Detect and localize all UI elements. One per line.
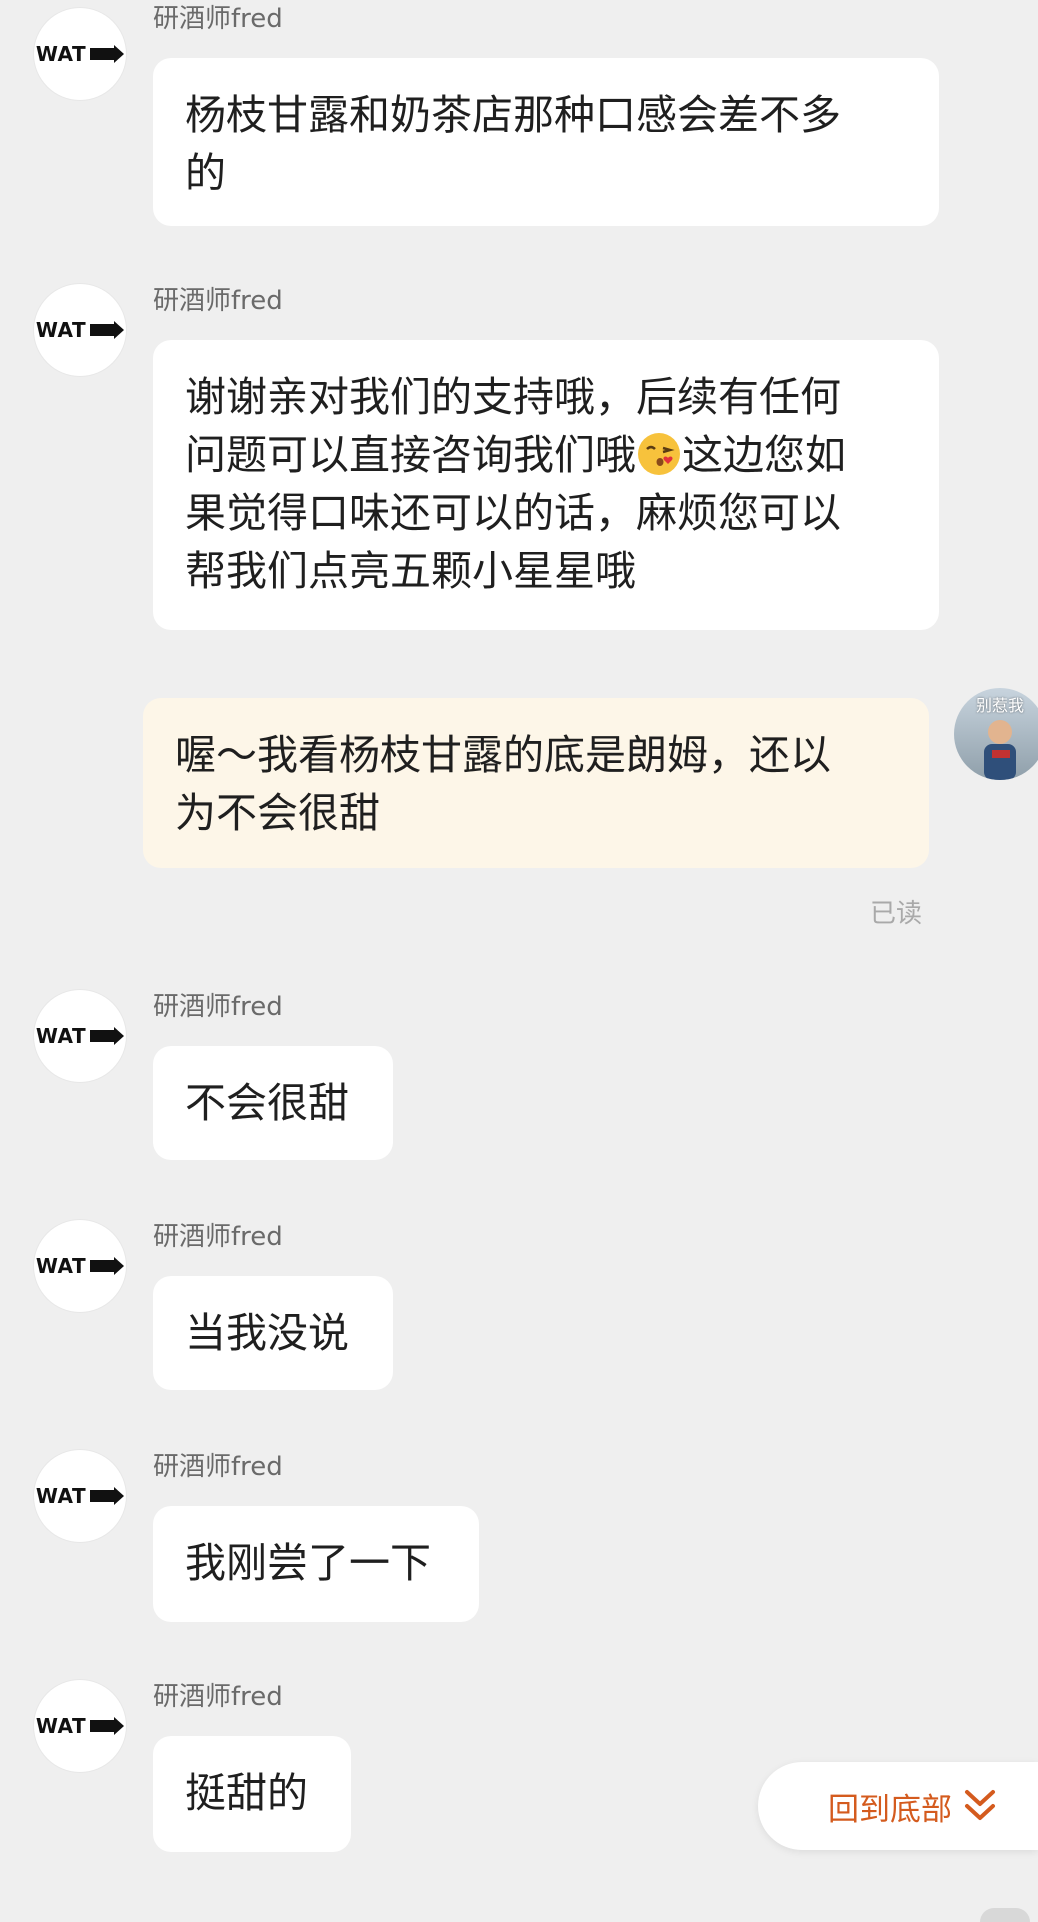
- wat-logo: WAT: [35, 1714, 125, 1738]
- user-avatar[interactable]: 别惹我: [954, 688, 1038, 780]
- kissing-face-emoji-icon: [638, 433, 680, 475]
- shop-avatar[interactable]: WAT: [34, 990, 126, 1082]
- wat-logo: WAT: [35, 42, 125, 66]
- sender-name: 研酒师fred: [153, 1222, 283, 1252]
- shop-avatar[interactable]: WAT: [34, 284, 126, 376]
- arrow-icon: [90, 1027, 125, 1045]
- user-avatar-label: 别惹我: [975, 696, 1024, 715]
- wat-logo: WAT: [35, 1484, 125, 1508]
- child-photo-icon: [984, 720, 1016, 780]
- read-status: 已读: [870, 899, 923, 929]
- message-bubble[interactable]: 杨枝甘露和奶茶店那种口感会差不多 的: [153, 58, 939, 226]
- arrow-icon: [90, 1257, 125, 1275]
- shop-avatar[interactable]: WAT: [34, 8, 126, 100]
- sender-name: 研酒师fred: [153, 1452, 283, 1482]
- logo-word: WAT: [35, 42, 87, 66]
- logo-word: WAT: [35, 1024, 87, 1048]
- wat-logo: WAT: [35, 1024, 125, 1048]
- sender-name: 研酒师fred: [153, 992, 283, 1022]
- message-bubble[interactable]: 谢谢亲对我们的支持哦，后续有任何 问题可以直接咨询我们哦 这边您如 果觉得口味还…: [153, 340, 939, 630]
- message-bubble[interactable]: 当我没说: [153, 1276, 393, 1390]
- sender-name: 研酒师fred: [153, 1682, 283, 1712]
- shop-avatar[interactable]: WAT: [34, 1220, 126, 1312]
- arrow-icon: [90, 1717, 125, 1735]
- arrow-icon: [90, 45, 125, 63]
- double-chevron-down-icon: [965, 1790, 995, 1820]
- arrow-icon: [90, 1487, 125, 1505]
- logo-word: WAT: [35, 1484, 87, 1508]
- arrow-icon: [90, 321, 125, 339]
- shop-avatar[interactable]: WAT: [34, 1450, 126, 1542]
- wat-logo: WAT: [35, 1254, 125, 1278]
- shop-avatar[interactable]: WAT: [34, 1680, 126, 1772]
- sender-name: 研酒师fred: [153, 4, 283, 34]
- own-message-bubble[interactable]: 喔～我看杨枝甘露的底是朗姆，还以 为不会很甜: [143, 698, 929, 868]
- logo-word: WAT: [35, 318, 87, 342]
- wat-logo: WAT: [35, 318, 125, 342]
- logo-word: WAT: [35, 1254, 87, 1278]
- message-bubble[interactable]: 我刚尝了一下: [153, 1506, 479, 1622]
- back-to-bottom-button[interactable]: 回到底部: [758, 1762, 1038, 1850]
- message-bubble[interactable]: 不会很甜: [153, 1046, 393, 1160]
- back-to-bottom-label: 回到底部: [828, 1791, 952, 1828]
- message-bubble[interactable]: 挺甜的: [153, 1736, 351, 1852]
- sender-name: 研酒师fred: [153, 286, 283, 316]
- logo-word: WAT: [35, 1714, 87, 1738]
